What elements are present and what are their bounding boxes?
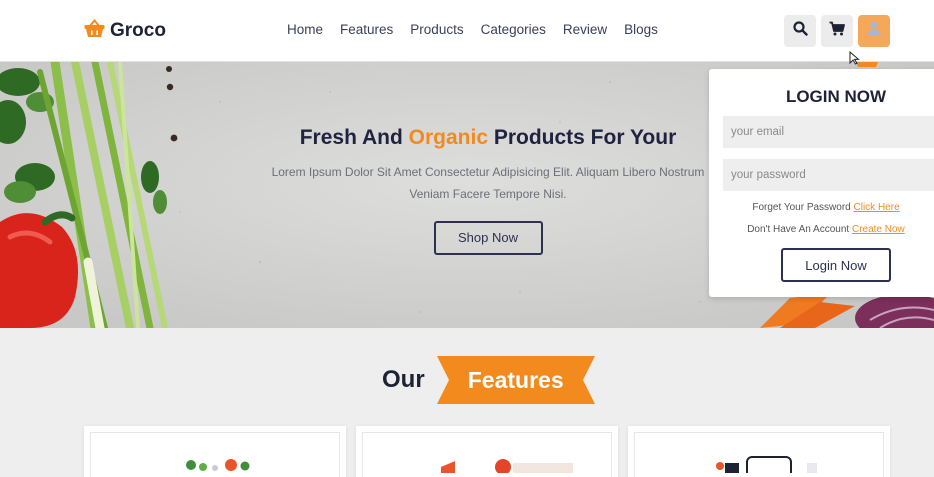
feature-card-1: [84, 426, 346, 477]
nav-review[interactable]: Review: [563, 22, 607, 37]
forgot-password-text: Forget Your Password: [752, 202, 851, 213]
phone-order-illustration: [716, 456, 817, 477]
nav-blogs[interactable]: Blogs: [624, 22, 658, 37]
cart-icon: [829, 21, 845, 41]
hero-title-part1: Fresh And: [299, 126, 409, 149]
search-button[interactable]: [784, 15, 816, 47]
delivery-illustration: [441, 459, 573, 475]
vegetables-illustration: [186, 459, 250, 471]
nav-home[interactable]: Home: [287, 22, 323, 37]
page: Groco Home Features Products Categories …: [0, 0, 934, 477]
features-ribbon: Features: [436, 356, 595, 404]
user-button[interactable]: [858, 15, 890, 47]
feature-card-1-inner: [90, 432, 340, 477]
nav-products[interactable]: Products: [410, 22, 463, 37]
hero-description: Lorem Ipsum Dolor Sit Amet Consectetur A…: [271, 165, 705, 201]
feature-card-2: [356, 426, 618, 477]
login-panel: LOGIN NOW Forget Your Password Click Her…: [709, 69, 934, 297]
create-account-line: Don't Have An Account Create Now: [709, 224, 934, 235]
brand-name: Groco: [110, 20, 166, 41]
click-here-link[interactable]: Click Here: [854, 202, 900, 213]
hero-title-part2: Products For Your: [488, 126, 677, 149]
search-icon: [792, 21, 808, 41]
cart-button[interactable]: [821, 15, 853, 47]
user-icon: [867, 21, 881, 41]
password-field[interactable]: [723, 159, 934, 191]
forgot-password-line: Forget Your Password Click Here: [709, 202, 934, 213]
nav-categories[interactable]: Categories: [481, 22, 546, 37]
hero-title: Fresh And Organic Products For Your: [270, 126, 706, 150]
features-heading-highlight: Features: [467, 367, 564, 393]
basket-icon: [84, 18, 105, 43]
login-title: LOGIN NOW: [785, 87, 887, 106]
feature-card-3: [628, 426, 890, 477]
hero-content: Fresh And Organic Products For Your Lore…: [270, 126, 706, 255]
feature-card-3-inner: [634, 432, 884, 477]
features-heading-prefix: Our: [382, 366, 425, 393]
create-account-text: Don't Have An Account: [747, 224, 850, 235]
login-button[interactable]: Login Now: [781, 248, 891, 282]
site-header: Groco Home Features Products Categories …: [0, 0, 934, 62]
shop-now-button[interactable]: Shop Now: [433, 221, 543, 255]
email-field[interactable]: [723, 116, 934, 148]
create-now-link[interactable]: Create Now: [852, 224, 905, 235]
nav-features[interactable]: Features: [340, 22, 393, 37]
main-nav: Home Features Products Categories Review…: [287, 22, 658, 37]
hero-title-accent: Organic: [408, 126, 488, 149]
brand-logo[interactable]: Groco: [84, 18, 166, 43]
features-heading: Our Features: [382, 356, 595, 404]
mouse-cursor-icon: [849, 51, 860, 65]
feature-card-2-inner: [362, 432, 612, 477]
